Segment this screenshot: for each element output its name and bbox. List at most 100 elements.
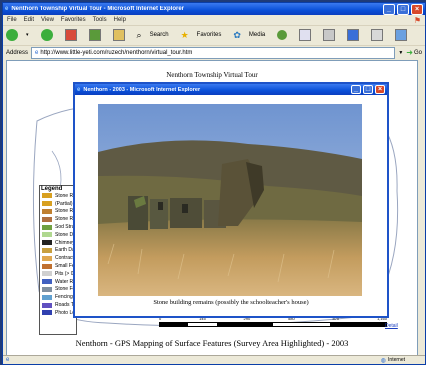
maximize-button[interactable]: □ <box>397 3 409 15</box>
popup-maximize-button[interactable]: □ <box>363 85 373 94</box>
legend-item: Earth Dar <box>40 247 76 255</box>
legend-swatch <box>42 247 52 253</box>
legend-item: Small Fe <box>40 262 76 270</box>
menu-favorites[interactable]: Favorites <box>61 17 86 23</box>
popup-title: Nenthorn - 2003 - Microsoft Internet Exp… <box>83 86 201 93</box>
mail-button[interactable] <box>299 29 317 41</box>
browser-titlebar[interactable]: e Nenthorn Township Virtual Tour - Micro… <box>3 3 425 15</box>
discuss-button[interactable] <box>371 29 389 41</box>
edit-icon <box>347 29 360 41</box>
popup-window: e Nenthorn - 2003 - Microsoft Internet E… <box>73 82 389 318</box>
back-button[interactable]: ▾ <box>6 29 35 41</box>
address-url: http://www.little-yeti.com/ruzech/nentho… <box>40 49 193 56</box>
status-page-icon: e <box>6 357 10 363</box>
search-icon: ⌕ <box>136 29 142 40</box>
legend-item: Sod Struc <box>40 223 76 231</box>
menu-edit[interactable]: Edit <box>24 17 34 23</box>
legend-swatch <box>42 294 52 300</box>
legend-item: Water R <box>40 278 76 286</box>
legend-item: Stone Re <box>40 215 76 223</box>
forward-button[interactable] <box>40 29 59 41</box>
search-button[interactable]: ⌕ Search <box>137 30 175 41</box>
map-detail-link[interactable]: Detail <box>385 323 398 329</box>
legend-item: Contracts <box>40 254 76 262</box>
legend-label: Roads T <box>55 302 74 309</box>
legend-swatch <box>42 263 52 269</box>
legend-swatch <box>42 255 52 261</box>
stop-button[interactable] <box>64 29 83 41</box>
desktop: { "browser": { "title": "Nenthorn Townsh… <box>0 0 426 365</box>
favorites-button[interactable]: ★ Favorites <box>181 30 228 41</box>
mail-icon <box>299 29 312 41</box>
legend-swatch <box>42 201 52 207</box>
print-icon <box>323 29 336 41</box>
legend-swatch <box>42 310 52 316</box>
close-button[interactable]: × <box>411 3 423 15</box>
legend-item: (Partial) <box>40 200 76 208</box>
legend-item: Photo Locations <box>40 309 76 317</box>
address-label: Address <box>6 49 29 56</box>
messenger-button[interactable] <box>395 29 413 41</box>
address-field[interactable]: e http://www.little-yeti.com/ruzech/nent… <box>31 46 396 59</box>
favorites-star-icon: ★ <box>180 29 189 40</box>
status-zone: Internet <box>388 357 405 363</box>
menu-file[interactable]: File <box>7 17 17 23</box>
legend-item: Stone Re <box>40 192 76 200</box>
discuss-icon <box>371 29 384 41</box>
legend-swatch <box>42 193 52 199</box>
browser-title: Nenthorn Township Virtual Tour - Microso… <box>11 6 185 12</box>
home-button[interactable] <box>112 29 131 41</box>
stone-building-photo <box>98 104 362 296</box>
messenger-icon <box>395 29 408 41</box>
history-icon <box>277 30 288 40</box>
forward-arrow-icon <box>40 29 53 41</box>
legend-item: Chimney <box>40 239 76 247</box>
scale-bar: 0 145 290 580 870 1,160 <box>159 316 387 330</box>
popup-ie-icon: e <box>77 86 81 93</box>
map-legend: Legend Stone Re (Partial) Stone Re Stone Re… <box>39 185 77 335</box>
page-heading: Nenthorn Township Virtual Tour <box>166 71 258 79</box>
media-button[interactable]: ✿ Media <box>233 30 271 41</box>
legend-label: Chimney <box>55 239 75 246</box>
edit-button[interactable] <box>347 29 365 41</box>
legend-swatch <box>42 279 52 285</box>
minimize-button[interactable]: _ <box>383 3 395 15</box>
popup-titlebar[interactable]: e Nenthorn - 2003 - Microsoft Internet E… <box>75 84 387 95</box>
legend-item: Stone Re <box>40 208 76 216</box>
legend-swatch <box>42 224 52 230</box>
address-dropdown-icon[interactable]: ▼ <box>398 50 403 56</box>
menu-tools[interactable]: Tools <box>93 17 107 23</box>
legend-item: Stone De <box>40 231 76 239</box>
legend-label: Pits (> 0 <box>55 270 74 277</box>
address-bar: Address e http://www.little-yeti.com/ruz… <box>3 46 425 59</box>
menu-help[interactable]: Help <box>114 17 126 23</box>
print-button[interactable] <box>323 29 341 41</box>
legend-list: Stone Re (Partial) Stone Re Stone Re Sod Str… <box>40 192 76 317</box>
go-arrow-icon: ➜ <box>406 48 413 57</box>
history-button[interactable] <box>277 30 293 40</box>
popup-minimize-button[interactable]: _ <box>351 85 361 94</box>
legend-swatch <box>42 302 52 308</box>
stop-icon <box>64 29 77 41</box>
legend-swatch <box>42 240 52 246</box>
page-icon: e <box>35 49 39 56</box>
legend-label: (Partial) <box>55 200 73 207</box>
legend-item: Roads T <box>40 301 76 309</box>
windows-flag-icon: ⚑ <box>413 15 421 25</box>
legend-swatch <box>42 232 52 238</box>
legend-item: Stone Fe <box>40 286 76 294</box>
landscape-image <box>98 104 362 296</box>
toolbar: ▾ ⌕ Search ★ Favorites ✿ Media <box>3 25 425 46</box>
legend-item: Fencing F <box>40 293 76 301</box>
legend-swatch <box>42 286 52 292</box>
refresh-button[interactable] <box>88 29 107 41</box>
back-arrow-icon <box>6 29 18 41</box>
legend-swatch <box>42 208 52 214</box>
legend-swatch <box>42 271 52 277</box>
media-icon: ✿ <box>233 29 241 40</box>
go-button[interactable]: ➜ Go <box>406 48 422 57</box>
popup-close-button[interactable]: × <box>375 85 385 94</box>
menu-view[interactable]: View <box>41 17 54 23</box>
refresh-icon <box>88 29 101 41</box>
photo-caption: Stone building remains (possibly the sch… <box>153 299 309 306</box>
